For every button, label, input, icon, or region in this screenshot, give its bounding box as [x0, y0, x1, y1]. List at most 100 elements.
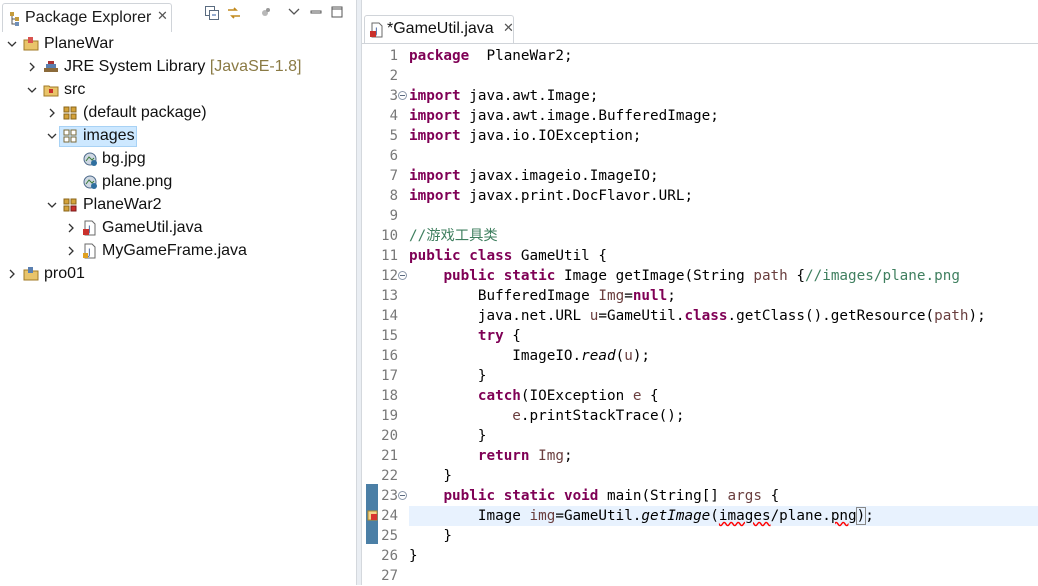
- code-token: ;: [667, 288, 676, 304]
- line-number: 23: [381, 488, 398, 504]
- tree-item-bg-jpg[interactable]: bg.jpg: [0, 148, 356, 171]
- maximize-icon[interactable]: [331, 6, 343, 18]
- tree-item-planewar2[interactable]: PlaneWar2: [0, 194, 356, 217]
- focus-task-icon[interactable]: [258, 6, 272, 20]
- code-token: null: [632, 288, 668, 304]
- collapse-all-icon[interactable]: [205, 6, 219, 20]
- tree-item-pro01[interactable]: pro01: [0, 263, 356, 286]
- code-token: PlaneWar2;: [469, 48, 573, 64]
- code-token: BufferedImage: [409, 288, 599, 304]
- tree-item-label: (default package): [83, 104, 207, 121]
- chevron-down-icon[interactable]: [47, 131, 57, 141]
- code-token: .printStackTrace();: [520, 408, 685, 424]
- code-line: package PlaneWar2;: [409, 46, 573, 66]
- code-token: java.io.IOException;: [460, 128, 642, 144]
- line-number: 9: [389, 208, 398, 224]
- tree-item-images[interactable]: images: [0, 125, 356, 148]
- chevron-down-icon[interactable]: [7, 39, 17, 49]
- code-token: Img: [598, 288, 625, 304]
- code-line: public static Image getImage(String path…: [409, 266, 960, 286]
- chevron-down-icon[interactable]: [47, 200, 57, 210]
- code-token: }: [409, 468, 453, 484]
- tree-item-mygameframe-java[interactable]: J MyGameFrame.java: [0, 240, 356, 263]
- line-number: 11: [381, 248, 398, 264]
- code-token: return: [477, 448, 530, 464]
- code-token: ): [855, 507, 867, 525]
- code-token: img: [529, 508, 556, 524]
- error-marker-icon[interactable]: [367, 510, 379, 522]
- code-line: Image img=GameUtil.getImage(images/plane…: [409, 506, 874, 526]
- package-explorer-tab[interactable]: Package Explorer ✕: [2, 3, 172, 32]
- code-token: void: [563, 488, 599, 504]
- chevron-right-icon[interactable]: [47, 108, 57, 118]
- package-explorer-title: Package Explorer: [25, 9, 152, 26]
- code-token: import: [409, 108, 461, 124]
- package-icon: [63, 106, 77, 120]
- tree-item-default-package[interactable]: (default package): [0, 102, 356, 125]
- code-token: images: [718, 508, 771, 524]
- code-token: path: [753, 268, 788, 284]
- line-number: 24: [381, 508, 398, 524]
- code-line: import javax.print.DocFlavor.URL;: [409, 186, 693, 206]
- line-number: 26: [381, 548, 398, 564]
- line-number: 7: [389, 168, 398, 184]
- code-token: );: [968, 308, 986, 324]
- code-token: class: [684, 308, 728, 324]
- chevron-down-icon[interactable]: [27, 85, 37, 95]
- java-project-icon: [23, 267, 39, 281]
- chevron-right-icon[interactable]: [66, 223, 76, 233]
- tree-item-gameutil-java[interactable]: J GameUtil.java: [0, 217, 356, 240]
- fold-toggle-icon[interactable]: [398, 491, 407, 500]
- code-token: import: [409, 128, 461, 144]
- code-token: }: [409, 528, 453, 544]
- line-number: 19: [381, 408, 398, 424]
- fold-toggle-icon[interactable]: [398, 91, 407, 100]
- line-number: 18: [381, 388, 398, 404]
- code-token: ;: [865, 508, 874, 524]
- chevron-right-icon[interactable]: [7, 269, 17, 279]
- editor-tab-gameutil[interactable]: J *GameUtil.java ✕: [364, 15, 514, 43]
- package-icon: [63, 129, 77, 143]
- close-icon[interactable]: ✕: [157, 8, 168, 24]
- code-token: Image: [409, 508, 530, 524]
- line-number: 20: [381, 428, 398, 444]
- chevron-right-icon[interactable]: [27, 62, 37, 72]
- view-menu-icon[interactable]: [288, 8, 300, 16]
- tree-item-plane-png[interactable]: plane.png: [0, 171, 356, 194]
- chevron-right-icon[interactable]: [66, 246, 76, 256]
- package-icon: [63, 198, 77, 212]
- tree-item-src[interactable]: src: [0, 79, 356, 102]
- package-explorer-view: Package Explorer ✕ PlaneWar JRE System L…: [0, 0, 356, 585]
- close-icon[interactable]: ✕: [503, 20, 514, 36]
- code-token: import: [409, 168, 461, 184]
- tree-item-jre-system-library[interactable]: JRE System Library [JavaSE-1.8]: [0, 56, 356, 79]
- line-number: 25: [381, 528, 398, 544]
- code-token: read: [581, 348, 616, 364]
- code-token: args: [727, 488, 762, 504]
- code-line: ImageIO.read(u);: [409, 346, 650, 366]
- code-token: java.net.URL: [409, 308, 590, 324]
- package-explorer-icon: [10, 12, 19, 26]
- code-token: {: [787, 268, 805, 284]
- code-token: javax.imageio.ImageIO;: [460, 168, 659, 184]
- code-area[interactable]: package PlaneWar2; import java.awt.Image;…: [409, 44, 1038, 585]
- library-icon: [44, 61, 58, 72]
- line-number: 4: [389, 108, 398, 124]
- line-number: 13: [381, 288, 398, 304]
- line-number: 5: [389, 128, 398, 144]
- code-token: static: [503, 268, 556, 284]
- code-token: class: [469, 248, 513, 264]
- fold-toggle-icon[interactable]: [398, 271, 407, 280]
- link-with-editor-icon[interactable]: [226, 6, 242, 20]
- tree-item-planewar[interactable]: PlaneWar: [0, 33, 356, 56]
- code-line: }: [409, 526, 452, 546]
- minimize-icon[interactable]: [310, 6, 322, 18]
- code-line: e.printStackTrace();: [409, 406, 684, 426]
- code-line: BufferedImage Img=null;: [409, 286, 676, 306]
- code-token: u: [624, 348, 633, 364]
- code-token: );: [632, 348, 651, 364]
- image-file-icon: [83, 175, 97, 189]
